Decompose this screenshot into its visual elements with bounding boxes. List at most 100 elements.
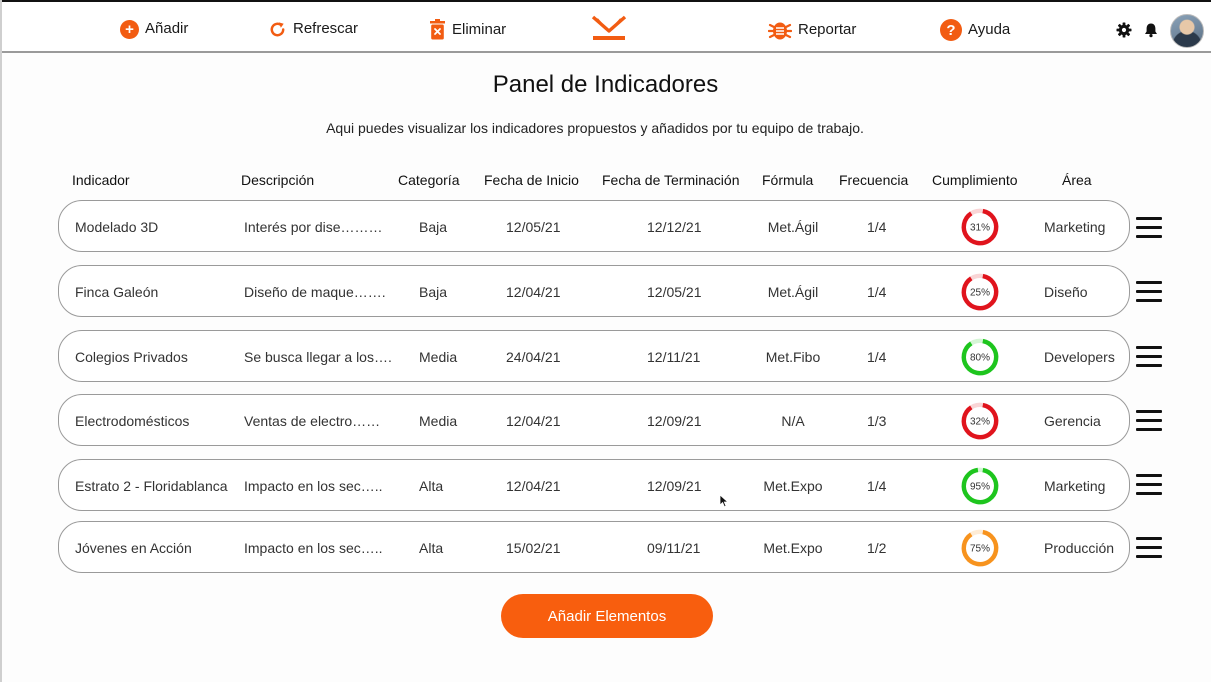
header-formula: Fórmula bbox=[762, 172, 814, 188]
cell-indicador: Estrato 2 - Floridablanca bbox=[75, 478, 228, 494]
menu-bar bbox=[1136, 537, 1162, 540]
menu-bar bbox=[1136, 419, 1162, 422]
table-row[interactable]: Estrato 2 - Floridablanca Impacto en los … bbox=[58, 459, 1130, 511]
gauge-percent-label: 25% bbox=[970, 288, 990, 299]
cell-fecha-fin: 09/11/21 bbox=[647, 540, 701, 556]
hamburger-menu-icon[interactable] bbox=[1136, 474, 1162, 496]
page-subtitle: Aqui puedes visualizar los indicadores p… bbox=[326, 120, 864, 136]
bell-icon[interactable] bbox=[1143, 22, 1159, 38]
refresh-button-label: Refrescar bbox=[293, 20, 359, 37]
menu-bar bbox=[1136, 226, 1162, 229]
add-elements-button[interactable]: Añadir Elementos bbox=[501, 594, 713, 638]
cell-formula: Met.Ágil bbox=[767, 284, 819, 300]
delete-button[interactable]: Eliminar bbox=[429, 19, 506, 40]
gauge-percent-label: 31% bbox=[970, 223, 990, 234]
cell-frecuencia: 1/4 bbox=[867, 349, 887, 365]
help-circle-icon: ? bbox=[940, 19, 962, 41]
cell-descripcion: Se busca llegar a los…. bbox=[244, 349, 392, 365]
menu-bar bbox=[1136, 217, 1162, 220]
hamburger-menu-icon[interactable] bbox=[1136, 410, 1162, 432]
user-avatar[interactable] bbox=[1170, 14, 1204, 48]
gauge-percent-label: 75% bbox=[970, 544, 990, 555]
cell-fecha-inicio: 12/05/21 bbox=[506, 219, 561, 235]
cell-fecha-fin: 12/11/21 bbox=[647, 349, 701, 365]
gauge-percent-label: 95% bbox=[970, 482, 990, 493]
add-button[interactable]: + Añadir bbox=[120, 19, 188, 39]
cell-descripcion: Interés por dise……… bbox=[244, 219, 383, 235]
cell-fecha-inicio: 12/04/21 bbox=[506, 413, 561, 429]
table-row[interactable]: Colegios Privados Se busca llegar a los….… bbox=[58, 330, 1130, 382]
menu-bar bbox=[1136, 410, 1162, 413]
cell-descripcion: Impacto en los sec….. bbox=[244, 478, 383, 494]
top-toolbar: + Añadir Refrescar Eliminar Reportar ? A… bbox=[2, 2, 1211, 53]
cell-descripcion: Impacto en los sec….. bbox=[244, 540, 383, 556]
cell-formula: Met.Expo bbox=[763, 540, 823, 556]
menu-bar bbox=[1136, 299, 1162, 302]
plus-circle-icon: + bbox=[120, 19, 139, 39]
report-button-label: Reportar bbox=[798, 21, 857, 38]
help-button-label: Ayuda bbox=[968, 21, 1011, 38]
menu-bar bbox=[1136, 428, 1162, 431]
compliance-gauge: 25% bbox=[961, 273, 999, 311]
cell-area: Diseño bbox=[1044, 284, 1088, 300]
menu-bar bbox=[1136, 483, 1162, 486]
hamburger-menu-icon[interactable] bbox=[1136, 346, 1162, 368]
menu-bar bbox=[1136, 546, 1162, 549]
compliance-gauge: 95% bbox=[961, 467, 999, 505]
cell-area: Developers bbox=[1044, 349, 1115, 365]
hamburger-menu-icon[interactable] bbox=[1136, 281, 1162, 303]
cell-categoria: Alta bbox=[419, 478, 444, 494]
cell-area: Gerencia bbox=[1044, 413, 1101, 429]
header-descripcion: Descripción bbox=[241, 172, 315, 188]
compliance-gauge: 80% bbox=[961, 338, 999, 376]
gear-icon[interactable] bbox=[1116, 22, 1132, 38]
table-row[interactable]: Jóvenes en Acción Impacto en los sec….. Al… bbox=[58, 521, 1130, 573]
cell-descripcion: Diseño de maque……. bbox=[244, 284, 386, 300]
cell-categoria: Alta bbox=[419, 540, 444, 556]
compliance-gauge: 32% bbox=[961, 402, 999, 440]
compliance-gauge: 31% bbox=[961, 208, 999, 246]
cell-formula: Met.Fibo bbox=[765, 349, 821, 365]
cell-fecha-inicio: 15/02/21 bbox=[506, 540, 561, 556]
page-title: Panel de Indicadores bbox=[492, 71, 719, 98]
header-fecha-inicio: Fecha de Inicio bbox=[484, 172, 579, 188]
table-row[interactable]: Electrodomésticos Ventas de electro…… Medi… bbox=[58, 394, 1130, 446]
refresh-icon bbox=[270, 21, 285, 36]
table-row[interactable]: Finca Galeón Diseño de maque……. Baja 12/04/… bbox=[58, 265, 1130, 317]
add-button-label: Añadir bbox=[145, 20, 189, 37]
cell-formula: Met.Ágil bbox=[767, 219, 819, 235]
hamburger-menu-icon[interactable] bbox=[1136, 217, 1162, 239]
cell-fecha-fin: 12/09/21 bbox=[647, 478, 702, 494]
compliance-gauge: 75% bbox=[961, 529, 999, 567]
cell-fecha-fin: 12/09/21 bbox=[647, 413, 702, 429]
header-cumplimiento: Cumplimiento bbox=[932, 172, 1018, 188]
cell-categoria: Baja bbox=[419, 284, 448, 300]
cell-frecuencia: 1/4 bbox=[867, 478, 887, 494]
brand-logo-icon[interactable] bbox=[591, 15, 627, 43]
menu-bar bbox=[1136, 281, 1162, 284]
help-button[interactable]: ? Ayuda bbox=[940, 19, 1010, 41]
cell-frecuencia: 1/4 bbox=[867, 284, 887, 300]
cell-area: Producción bbox=[1044, 540, 1115, 556]
cell-formula: Met.Expo bbox=[763, 478, 823, 494]
header-fecha-terminacion: Fecha de Terminación bbox=[602, 172, 740, 188]
cell-fecha-fin: 12/12/21 bbox=[647, 219, 702, 235]
delete-button-label: Eliminar bbox=[452, 20, 507, 38]
cell-fecha-fin: 12/05/21 bbox=[647, 284, 702, 300]
cell-indicador: Finca Galeón bbox=[75, 284, 159, 300]
cell-area: Marketing bbox=[1044, 478, 1106, 494]
table-row[interactable]: Modelado 3D Interés por dise……… Baja 12/05/… bbox=[58, 200, 1130, 252]
hamburger-menu-icon[interactable] bbox=[1136, 537, 1162, 559]
header-indicador: Indicador bbox=[72, 172, 130, 188]
refresh-button[interactable]: Refrescar bbox=[268, 19, 358, 39]
cell-categoria: Baja bbox=[419, 219, 448, 235]
menu-bar bbox=[1136, 492, 1162, 495]
trash-icon bbox=[430, 19, 445, 40]
window-left-edge bbox=[0, 0, 2, 682]
cell-fecha-inicio: 12/04/21 bbox=[506, 478, 561, 494]
menu-bar bbox=[1136, 290, 1162, 293]
bug-icon bbox=[768, 22, 792, 40]
report-button[interactable]: Reportar bbox=[768, 19, 856, 41]
cell-frecuencia: 1/2 bbox=[867, 540, 887, 556]
menu-bar bbox=[1136, 474, 1162, 477]
